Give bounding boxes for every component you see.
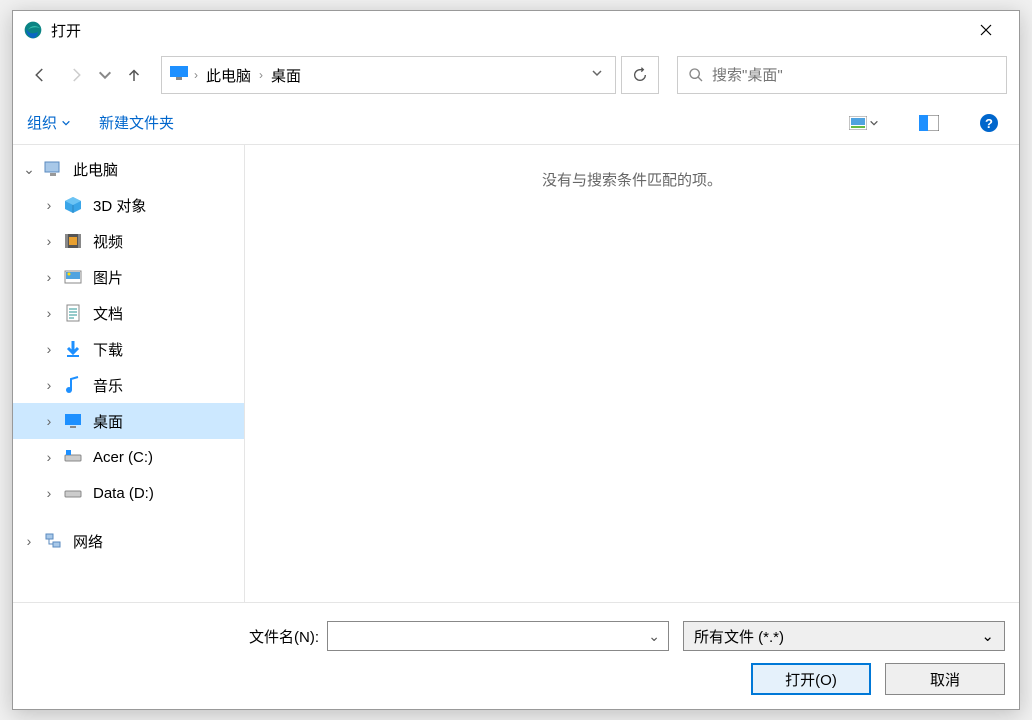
filename-label: 文件名(N): — [27, 626, 327, 647]
chevron-down-icon: ⌄ — [981, 627, 994, 645]
tree-music[interactable]: 音乐 — [13, 367, 244, 403]
footer: 文件名(N): ⌄ 所有文件 (*.*)⌄ 打开(O) 取消 — [13, 602, 1019, 709]
tree-desktop[interactable]: 桌面 — [13, 403, 244, 439]
close-button[interactable] — [963, 15, 1009, 45]
svg-text:?: ? — [985, 116, 993, 131]
tree-downloads[interactable]: 下载 — [13, 331, 244, 367]
search-input[interactable] — [712, 67, 996, 84]
file-list-area[interactable]: 没有与搜索条件匹配的项。 — [245, 145, 1019, 602]
title-bar: 打开 — [13, 11, 1019, 49]
network-icon — [43, 531, 63, 551]
music-icon — [63, 375, 83, 395]
search-icon — [688, 67, 704, 83]
history-dropdown[interactable] — [97, 60, 113, 90]
chevron-right-icon: › — [194, 68, 198, 82]
monitor-icon — [170, 66, 188, 85]
file-type-filter[interactable]: 所有文件 (*.*)⌄ — [683, 621, 1005, 651]
open-button[interactable]: 打开(O) — [751, 663, 871, 695]
nav-tree[interactable]: 此电脑 3D 对象 视频 图片 文档 — [13, 145, 245, 602]
pc-icon — [43, 159, 63, 179]
breadcrumb-this-pc[interactable]: 此电脑 — [202, 63, 255, 88]
preview-pane-button[interactable] — [913, 111, 945, 135]
downloads-icon — [63, 339, 83, 359]
dialog-title: 打开 — [51, 20, 81, 41]
edge-icon — [23, 20, 43, 40]
content-area: 此电脑 3D 对象 视频 图片 文档 — [13, 145, 1019, 602]
pictures-icon — [63, 267, 83, 287]
breadcrumb: › 此电脑 › 桌面 — [194, 63, 581, 88]
organize-button[interactable]: 组织 — [27, 112, 71, 133]
back-button[interactable] — [25, 60, 55, 90]
chevron-down-icon[interactable]: ⌄ — [648, 628, 660, 645]
nav-bar: › 此电脑 › 桌面 — [13, 49, 1019, 101]
cancel-button[interactable]: 取消 — [885, 663, 1005, 695]
tree-drive-c[interactable]: Acer (C:) — [13, 439, 244, 475]
filename-input[interactable]: ⌄ — [327, 621, 669, 651]
drive-icon — [63, 447, 83, 467]
desktop-icon — [63, 411, 83, 431]
toolbar: 组织 新建文件夹 ? — [13, 101, 1019, 145]
tree-3d-objects[interactable]: 3D 对象 — [13, 187, 244, 223]
tree-drive-d[interactable]: Data (D:) — [13, 475, 244, 511]
tree-network[interactable]: 网络 — [13, 523, 244, 559]
open-file-dialog: 打开 › 此电脑 › 桌面 组织 新建文件夹 — [12, 10, 1020, 710]
tree-documents[interactable]: 文档 — [13, 295, 244, 331]
drive-icon — [63, 483, 83, 503]
video-icon — [63, 231, 83, 251]
refresh-button[interactable] — [621, 56, 659, 94]
help-button[interactable]: ? — [973, 109, 1005, 137]
tree-pictures[interactable]: 图片 — [13, 259, 244, 295]
address-bar[interactable]: › 此电脑 › 桌面 — [161, 56, 616, 94]
empty-message: 没有与搜索条件匹配的项。 — [245, 145, 1019, 190]
new-folder-button[interactable]: 新建文件夹 — [99, 112, 174, 133]
breadcrumb-desktop[interactable]: 桌面 — [267, 63, 305, 88]
cube-icon — [63, 195, 83, 215]
forward-button[interactable] — [61, 60, 91, 90]
documents-icon — [63, 303, 83, 323]
address-dropdown[interactable] — [587, 62, 607, 88]
search-box[interactable] — [677, 56, 1007, 94]
tree-videos[interactable]: 视频 — [13, 223, 244, 259]
tree-this-pc[interactable]: 此电脑 — [13, 151, 244, 187]
view-icons-button[interactable] — [843, 112, 885, 134]
up-button[interactable] — [119, 60, 149, 90]
chevron-right-icon: › — [259, 68, 263, 82]
